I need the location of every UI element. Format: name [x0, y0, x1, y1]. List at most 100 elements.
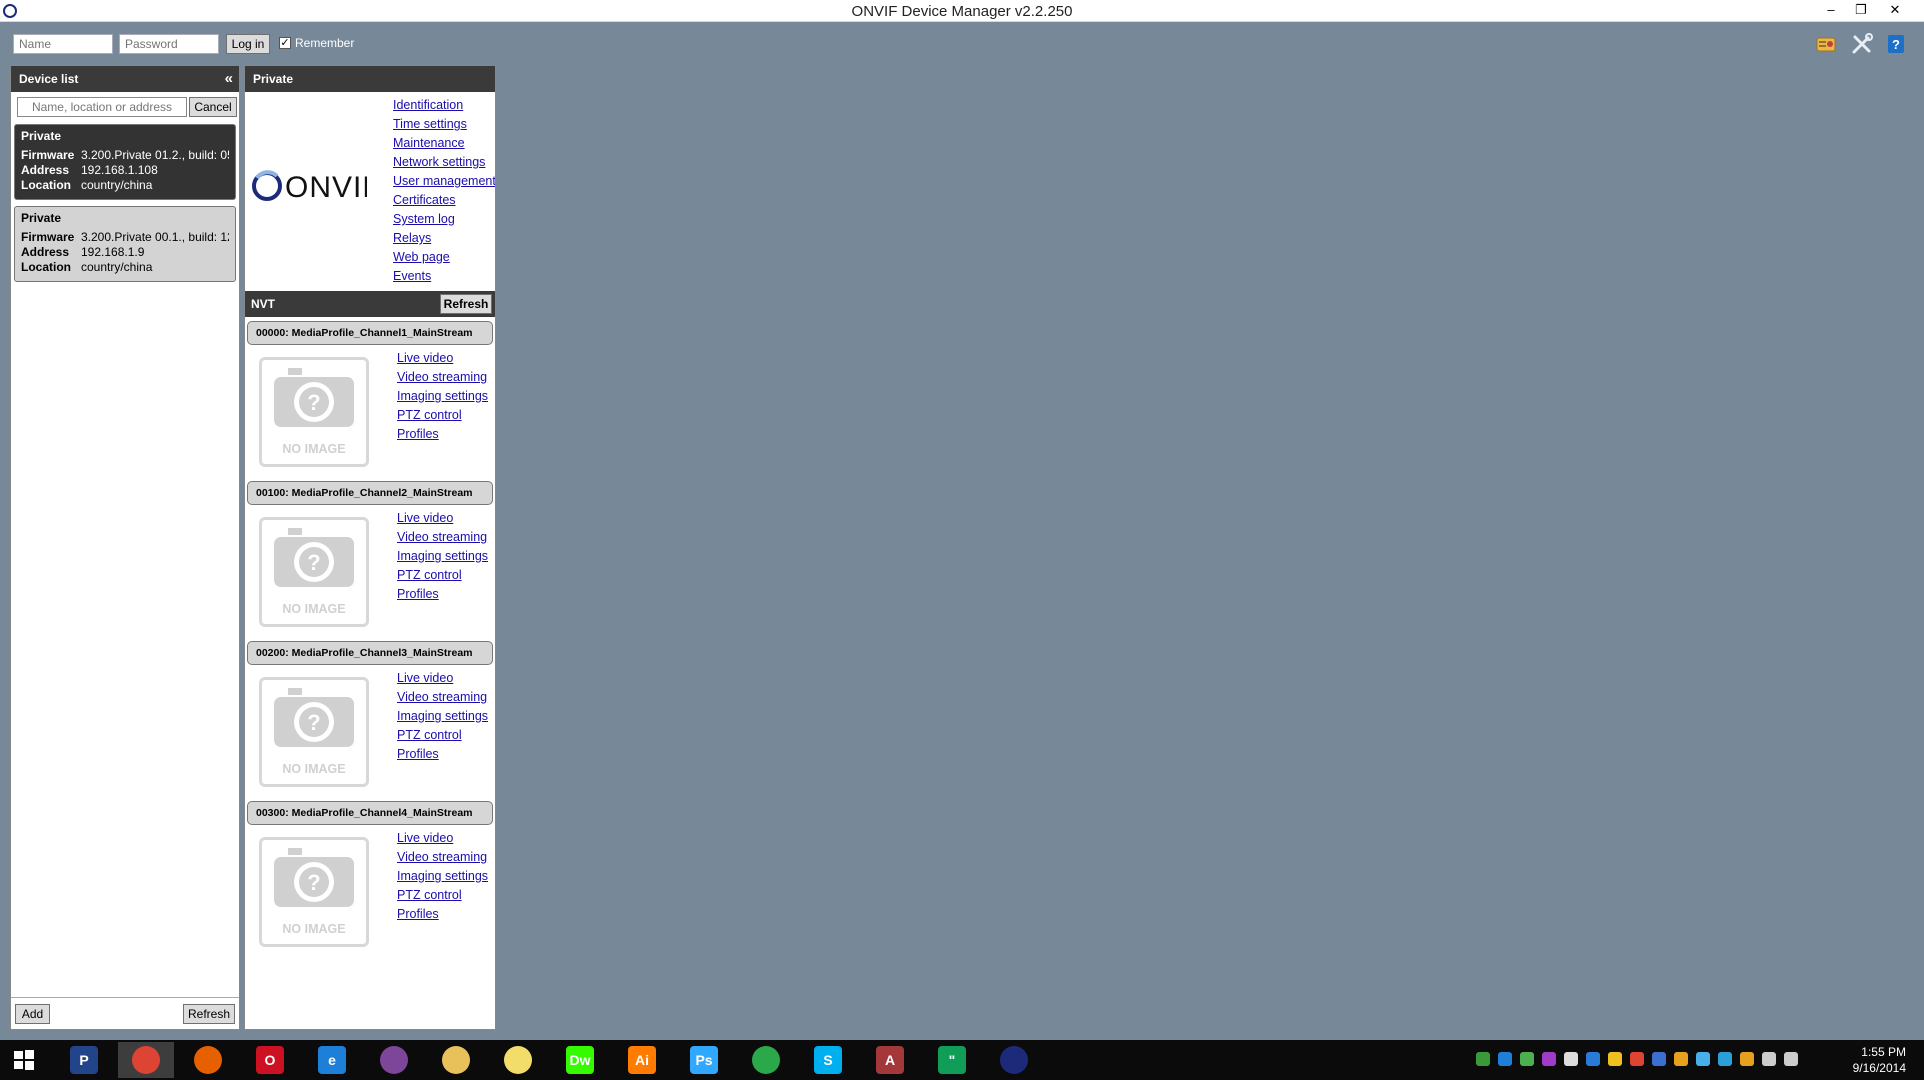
network-app-icon[interactable] [1718, 1052, 1732, 1066]
volume-icon[interactable] [1784, 1052, 1798, 1066]
imaging-settings-link[interactable]: Imaging settings [397, 387, 488, 406]
no-image-placeholder[interactable]: ? NO IMAGE [259, 677, 369, 787]
taskbar-file-explorer-button[interactable] [428, 1042, 484, 1078]
taskbar-hangouts-button[interactable]: " [924, 1042, 980, 1078]
taskbar-dreamweaver-button[interactable]: Dw [552, 1042, 608, 1078]
illustrator-icon: Ai [628, 1046, 656, 1074]
taskbar-chrome-button[interactable] [118, 1042, 174, 1078]
add-device-button[interactable]: Add [15, 1004, 50, 1024]
device-firmware: 3.200.Private 00.1., build: 12- [81, 230, 229, 244]
no-image-placeholder[interactable]: ? NO IMAGE [259, 357, 369, 467]
menu-web-page-link[interactable]: Web page [393, 248, 495, 267]
video-streaming-link[interactable]: Video streaming [397, 368, 488, 387]
ptz-control-link[interactable]: PTZ control [397, 726, 488, 745]
dropbox-icon[interactable] [1696, 1052, 1710, 1066]
video-streaming-link[interactable]: Video streaming [397, 848, 488, 867]
nvt-header: NVT Refresh [245, 291, 495, 317]
no-image-placeholder[interactable]: ? NO IMAGE [259, 837, 369, 947]
ptz-control-link[interactable]: PTZ control [397, 406, 488, 425]
settings-tools-icon[interactable] [1851, 33, 1873, 55]
taskbar-onion-button[interactable] [366, 1042, 422, 1078]
profiles-link[interactable]: Profiles [397, 585, 488, 604]
lightbulb-icon[interactable] [1674, 1052, 1688, 1066]
menu-network-settings-link[interactable]: Network settings [393, 153, 495, 172]
cancel-search-button[interactable]: Cancel [189, 97, 237, 117]
live-video-link[interactable]: Live video [397, 509, 488, 528]
monitor-icon[interactable] [1586, 1052, 1600, 1066]
taskbar-skype-button[interactable]: S [800, 1042, 856, 1078]
ptz-control-link[interactable]: PTZ control [397, 886, 488, 905]
name-input[interactable] [13, 34, 113, 54]
menu-time-settings-link[interactable]: Time settings [393, 115, 495, 134]
video-streaming-link[interactable]: Video streaming [397, 528, 488, 547]
collapse-icon[interactable]: « [225, 70, 233, 87]
device-card[interactable]: Private Firmware 3.200.Private 00.1., bui… [14, 206, 236, 282]
taskbar-notes-button[interactable] [490, 1042, 546, 1078]
menu-relays-link[interactable]: Relays [393, 229, 495, 248]
flag-icon[interactable] [1564, 1052, 1578, 1066]
window-title: ONVIF Device Manager v2.2.250 [851, 3, 1073, 20]
taskbar-photoshop-button[interactable]: Ps [676, 1042, 732, 1078]
taskbar-access-button[interactable]: A [862, 1042, 918, 1078]
taskbar-pandora-button[interactable]: P [56, 1042, 112, 1078]
taskbar-windows-start-button[interactable] [0, 1042, 48, 1078]
google-drive-icon[interactable] [1608, 1052, 1622, 1066]
imaging-settings-link[interactable]: Imaging settings [397, 547, 488, 566]
nvt-refresh-button[interactable]: Refresh [440, 294, 492, 314]
close-button[interactable]: ✕ [1880, 0, 1910, 22]
device-list-panel: Device list « Name, location or address … [10, 65, 240, 1030]
minimize-button[interactable]: – [1816, 0, 1846, 22]
password-input[interactable] [119, 34, 219, 54]
taskbar-onvif-manager-button[interactable] [986, 1042, 1042, 1078]
evernote-icon[interactable] [1520, 1052, 1534, 1066]
help-icon[interactable]: ? [1885, 33, 1907, 55]
profiles-link[interactable]: Profiles [397, 425, 488, 444]
device-search-input[interactable]: Name, location or address [17, 97, 187, 117]
remember-toggle[interactable]: ✓ Remember [279, 36, 354, 50]
network-icon[interactable] [1762, 1052, 1776, 1066]
sync-icon[interactable] [1498, 1052, 1512, 1066]
taskbar-opera-button[interactable]: O [242, 1042, 298, 1078]
certificate-icon[interactable] [1815, 33, 1837, 55]
address-label: Address [21, 163, 70, 177]
norton-icon[interactable] [1740, 1052, 1754, 1066]
no-image-placeholder[interactable]: ? NO IMAGE [259, 517, 369, 627]
menu-system-log-link[interactable]: System log [393, 210, 495, 229]
device-card[interactable]: Private Firmware 3.200.Private 01.2., bui… [14, 124, 236, 200]
live-video-link[interactable]: Live video [397, 669, 488, 688]
menu-maintenance-link[interactable]: Maintenance [393, 134, 495, 153]
restore-button[interactable]: ❐ [1846, 0, 1876, 22]
imaging-settings-link[interactable]: Imaging settings [397, 867, 488, 886]
onvif-logo: ONVIF [252, 170, 367, 204]
login-button[interactable]: Log in [226, 34, 270, 54]
taskbar-illustrator-button[interactable]: Ai [614, 1042, 670, 1078]
security-icon[interactable] [1476, 1052, 1490, 1066]
taskbar-people-button[interactable] [738, 1042, 794, 1078]
profiles-link[interactable]: Profiles [397, 745, 488, 764]
device-name: Private [21, 211, 62, 225]
menu-identification-link[interactable]: Identification [393, 96, 495, 115]
app-tray-icon[interactable] [1542, 1052, 1556, 1066]
live-video-link[interactable]: Live video [397, 349, 488, 368]
taskbar-firefox-button[interactable] [180, 1042, 236, 1078]
menu-certificates-link[interactable]: Certificates [393, 191, 495, 210]
profile-links: Live video Video streaming Imaging setti… [397, 349, 488, 444]
taskbar-internet-explorer-button[interactable]: e [304, 1042, 360, 1078]
chrome-tray-icon[interactable] [1630, 1052, 1644, 1066]
menu-events-link[interactable]: Events [393, 267, 495, 286]
device-list-footer: Add Refresh [11, 997, 239, 1029]
no-image-label: NO IMAGE [282, 602, 346, 616]
ptz-control-link[interactable]: PTZ control [397, 566, 488, 585]
profiles-link[interactable]: Profiles [397, 905, 488, 924]
pandora-icon: P [70, 1046, 98, 1074]
clock[interactable]: 1:55 PM 9/16/2014 [1853, 1044, 1906, 1076]
remember-checkbox[interactable]: ✓ [279, 37, 291, 49]
live-video-link[interactable]: Live video [397, 829, 488, 848]
camera-question-icon: ? [274, 848, 354, 907]
refresh-devices-button[interactable]: Refresh [183, 1004, 235, 1024]
bluetooth-icon[interactable] [1652, 1052, 1666, 1066]
title-bar: ONVIF Device Manager v2.2.250 – ❐ ✕ [0, 0, 1924, 22]
menu-user-management-link[interactable]: User management [393, 172, 495, 191]
video-streaming-link[interactable]: Video streaming [397, 688, 488, 707]
imaging-settings-link[interactable]: Imaging settings [397, 707, 488, 726]
